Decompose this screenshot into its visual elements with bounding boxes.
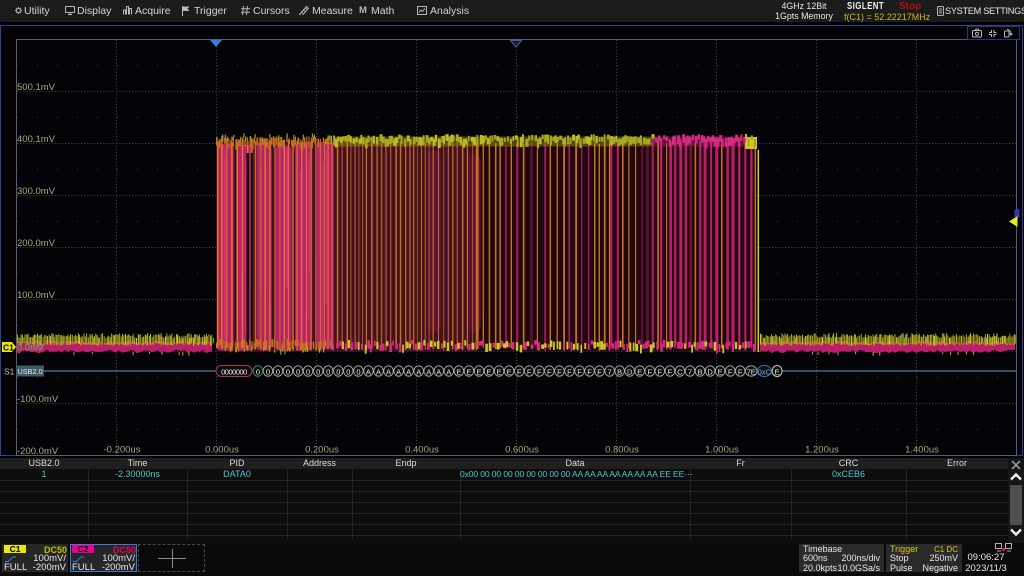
svg-text:A: A: [446, 368, 451, 377]
svg-text:A: A: [436, 368, 441, 377]
svg-text:F: F: [547, 368, 552, 377]
svg-text:-100.0mV: -100.0mV: [17, 394, 59, 405]
svg-text:0.000us: 0.000us: [205, 445, 239, 456]
svg-text:200.0mV: 200.0mV: [17, 238, 56, 249]
svg-text:E: E: [486, 368, 491, 377]
svg-text:0.600us: 0.600us: [505, 445, 539, 456]
svg-text:F: F: [567, 368, 572, 377]
svg-text:7E: 7E: [747, 368, 756, 377]
svg-text:F: F: [668, 368, 673, 377]
svg-text:-0.200us: -0.200us: [104, 445, 141, 456]
svg-text:0: 0: [256, 368, 260, 377]
svg-text:B: B: [697, 368, 702, 377]
svg-text:A: A: [416, 368, 421, 377]
svg-text:F: F: [537, 368, 542, 377]
svg-text:F: F: [527, 368, 532, 377]
svg-text:E: E: [497, 368, 502, 377]
svg-text:F: F: [557, 368, 562, 377]
svg-text:1.000us: 1.000us: [705, 445, 739, 456]
svg-text:0.200us: 0.200us: [305, 445, 339, 456]
svg-text:F: F: [577, 368, 582, 377]
svg-text:0.400us: 0.400us: [405, 445, 439, 456]
svg-text:0: 0: [336, 368, 340, 377]
svg-text:1.400us: 1.400us: [905, 445, 939, 456]
svg-text:A: A: [406, 368, 411, 377]
svg-text:A: A: [376, 368, 381, 377]
svg-text:500.1mV: 500.1mV: [17, 82, 56, 93]
svg-text:F: F: [658, 368, 663, 377]
svg-text:S1: S1: [4, 367, 15, 377]
svg-text:E: E: [456, 368, 461, 377]
svg-text:300.0mV: 300.0mV: [17, 186, 56, 197]
svg-text:0.800us: 0.800us: [605, 445, 639, 456]
svg-text:D: D: [707, 368, 713, 377]
svg-text:E: E: [637, 368, 642, 377]
svg-text:0: 0: [276, 368, 280, 377]
svg-text:B: B: [617, 368, 622, 377]
svg-text:0: 0: [316, 368, 320, 377]
svg-text:A: A: [396, 368, 401, 377]
svg-text:C: C: [677, 368, 683, 377]
svg-text:E: E: [466, 368, 471, 377]
svg-text:0.0mV: 0.0mV: [17, 343, 43, 353]
svg-text:C1: C1: [3, 343, 14, 353]
svg-text:0000000: 0000000: [221, 368, 247, 377]
svg-text:E: E: [775, 368, 780, 377]
svg-text:7: 7: [688, 368, 692, 377]
svg-text:0: 0: [346, 368, 350, 377]
svg-text:A: A: [426, 368, 431, 377]
svg-text:F: F: [728, 368, 733, 377]
svg-text:1.200us: 1.200us: [805, 445, 839, 456]
svg-text:USB2.0: USB2.0: [18, 367, 43, 376]
svg-text:A: A: [366, 368, 371, 377]
svg-text:A: A: [386, 368, 391, 377]
svg-text:0: 0: [326, 368, 330, 377]
svg-text:F: F: [517, 368, 522, 377]
svg-text:-200.0mV: -200.0mV: [17, 446, 59, 457]
svg-text:E: E: [718, 368, 723, 377]
svg-text:F: F: [597, 368, 602, 377]
svg-text:E: E: [507, 368, 512, 377]
svg-text:F: F: [738, 368, 743, 377]
svg-text:F: F: [587, 368, 592, 377]
svg-text:7: 7: [608, 368, 612, 377]
svg-text:0: 0: [296, 368, 300, 377]
svg-text:400.1mV: 400.1mV: [17, 134, 56, 145]
svg-text:0: 0: [356, 368, 360, 377]
svg-text:D: D: [627, 368, 633, 377]
svg-text:0: 0: [286, 368, 290, 377]
svg-text:0: 0: [266, 368, 270, 377]
svg-text:100.0mV: 100.0mV: [17, 290, 56, 301]
svg-text:0xC: 0xC: [758, 368, 772, 377]
svg-text:F: F: [648, 368, 653, 377]
svg-text:E: E: [476, 368, 481, 377]
svg-text:0: 0: [306, 368, 310, 377]
